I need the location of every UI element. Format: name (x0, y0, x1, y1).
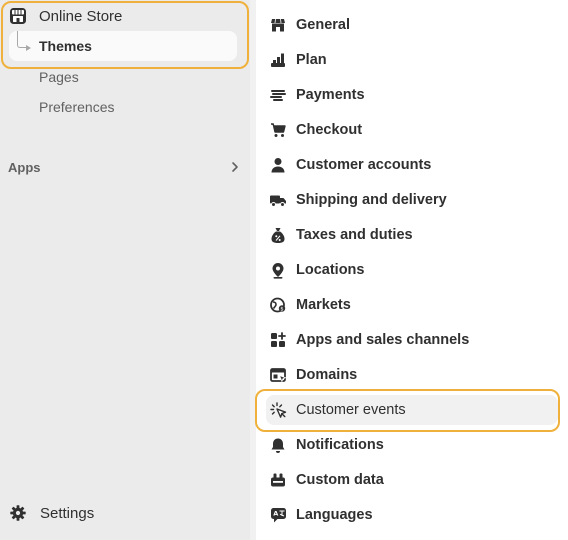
settings-item-languages[interactable]: A Languages (266, 500, 558, 530)
settings-item-locations[interactable]: Locations (266, 255, 558, 285)
settings-item-shipping[interactable]: Shipping and delivery (266, 185, 558, 215)
settings-item-taxes[interactable]: Taxes and duties (266, 220, 558, 250)
settings-item-label: Shipping and delivery (296, 192, 447, 208)
settings-item-label: Payments (296, 87, 365, 103)
sidebar-item-online-store[interactable]: Online Store (8, 5, 122, 27)
settings-item-customer-accounts[interactable]: Customer accounts (266, 150, 558, 180)
settings-item-label: Customer accounts (296, 157, 432, 173)
plan-icon (268, 50, 288, 70)
settings-item-label: Languages (296, 507, 373, 523)
truck-icon (268, 190, 288, 210)
settings-item-payments[interactable]: Payments (266, 80, 558, 110)
settings-item-domains[interactable]: Domains (266, 360, 558, 390)
settings-item-label: Apps and sales channels (296, 332, 470, 348)
settings-item-general[interactable]: General (266, 10, 558, 40)
settings-item-label: Custom data (296, 472, 384, 488)
cart-icon (268, 120, 288, 140)
sidebar-item-label: Settings (40, 504, 95, 522)
settings-item-label: Locations (296, 262, 365, 278)
customer-events-highlight (255, 389, 560, 432)
settings-item-label: Plan (296, 52, 327, 68)
settings-item-apps[interactable]: Apps and sales channels (266, 325, 558, 355)
language-icon: A (268, 505, 288, 525)
bell-icon (268, 435, 288, 455)
sidebar-item-settings[interactable]: Settings (9, 502, 94, 524)
domains-icon (268, 365, 288, 385)
settings-item-label: Domains (296, 367, 358, 383)
location-icon (268, 260, 288, 280)
tax-icon (268, 225, 288, 245)
sidebar-item-label: Online Store (39, 7, 123, 25)
settings-item-label: Taxes and duties (296, 227, 413, 243)
sidebar-item-preferences[interactable]: Preferences (39, 99, 114, 115)
store-icon (268, 15, 288, 35)
svg-text:A: A (273, 510, 278, 518)
person-icon (268, 155, 288, 175)
payments-icon (268, 85, 288, 105)
chevron-right-icon (230, 161, 240, 173)
custom-data-icon (268, 470, 288, 490)
gear-icon (9, 504, 27, 522)
settings-item-custom-data[interactable]: Custom data (266, 465, 558, 495)
globe-icon: $ (268, 295, 288, 315)
settings-item-label: Markets (296, 297, 351, 313)
settings-item-notifications[interactable]: Notifications (266, 430, 558, 460)
settings-item-checkout[interactable]: Checkout (266, 115, 558, 145)
sidebar-item-pages[interactable]: Pages (39, 69, 79, 85)
sidebar-item-label: Themes (39, 38, 92, 54)
sidebar-section-label: Apps (8, 159, 41, 175)
sidebar-item-apps[interactable]: Apps (8, 156, 240, 178)
settings-item-label: General (296, 17, 350, 33)
settings-item-label: Notifications (296, 437, 384, 453)
tree-connector (17, 31, 31, 51)
settings-item-markets[interactable]: $ Markets (266, 290, 558, 320)
svg-text:$: $ (280, 306, 283, 312)
settings-item-label: Checkout (296, 122, 363, 138)
settings-item-plan[interactable]: Plan (266, 45, 558, 75)
apps-icon (268, 330, 288, 350)
store-icon (8, 6, 28, 26)
online-store-sidebar (0, 0, 250, 540)
